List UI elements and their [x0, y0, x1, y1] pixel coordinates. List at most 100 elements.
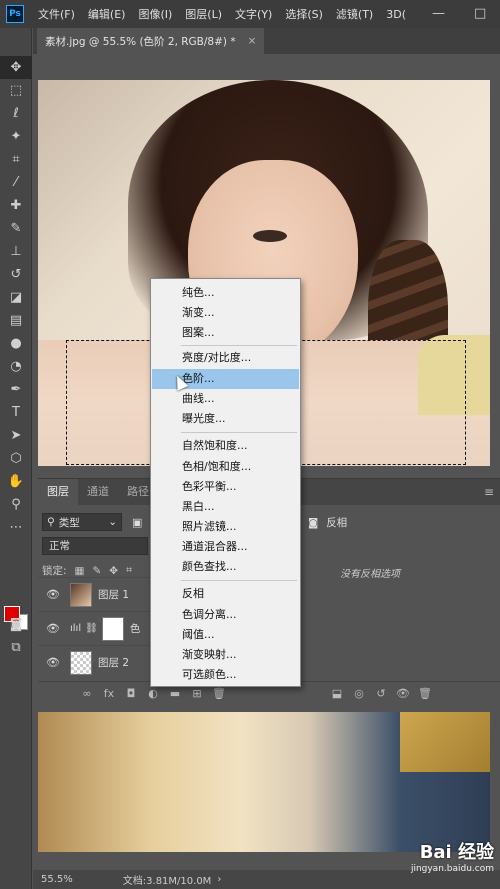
add-mask-icon[interactable]: ◘ [120, 687, 142, 700]
filter-label: 类型 [58, 516, 80, 529]
restore-button[interactable]: □ [474, 6, 486, 21]
menu-item-vibrance[interactable]: 自然饱和度... [152, 436, 299, 456]
photoshop-logo-icon: Ps [6, 5, 24, 23]
visibility-eye-icon[interactable]: 👁 [46, 656, 60, 669]
clone-stamp-tool-icon[interactable]: ⊥ [0, 240, 32, 263]
menu-item-color-balance[interactable]: 色彩平衡... [152, 477, 299, 497]
levels-adjustment-icon: ılıl [70, 623, 82, 634]
menu-item-gradient[interactable]: 渐变... [152, 303, 299, 323]
eyedropper-tool-icon[interactable]: ⁄ [0, 171, 32, 194]
menu-edit[interactable]: 编辑(E) [88, 6, 126, 22]
tab-layers[interactable]: 图层 [38, 479, 78, 505]
menu-file[interactable]: 文件(F) [38, 6, 75, 22]
screen-mode-icon[interactable]: ⧉ [0, 636, 32, 659]
link-icon: ⛓ [85, 623, 98, 634]
menu-bar: Ps 文件(F) 编辑(E) 图像(I) 图层(L) 文字(Y) 选择(S) 滤… [0, 0, 500, 28]
menu-3d[interactable]: 3D( [386, 8, 406, 21]
marquee-tool-icon[interactable]: ⬚ [0, 79, 32, 102]
layer-name: 图层 1 [98, 589, 130, 601]
blend-mode-select[interactable]: 正常 [42, 537, 148, 555]
menu-layer[interactable]: 图层(L) [185, 6, 222, 22]
tools-panel: ✥ ⬚ ℓ ✦ ⌗ ⁄ ✚ ✎ ⊥ ↺ ◪ ▤ ● ◔ ✒ T ➤ ⬡ ✋ ⚲ … [0, 28, 32, 889]
lock-pixels-icon[interactable]: ✎ [92, 565, 101, 577]
add-layer-style-icon[interactable]: fx [98, 687, 120, 700]
panel-menu-icon[interactable]: ≡ [484, 485, 494, 499]
lock-position-icon[interactable]: ✥ [109, 565, 118, 577]
menu-type[interactable]: 文字(Y) [235, 6, 272, 22]
path-selection-tool-icon[interactable]: ➤ [0, 424, 32, 447]
menu-item-invert[interactable]: 反相 [152, 584, 299, 604]
more-tools-icon[interactable]: ⋯ [0, 516, 32, 539]
menu-filter[interactable]: 滤镜(T) [336, 6, 373, 22]
history-brush-tool-icon[interactable]: ↺ [0, 263, 32, 286]
layer-row[interactable]: 👁 图层 1 [38, 577, 150, 611]
magic-wand-tool-icon[interactable]: ✦ [0, 125, 32, 148]
menu-item-channel-mixer[interactable]: 通道混合器... [152, 537, 299, 557]
quick-mask-icon[interactable]: ◙ [0, 613, 32, 636]
visibility-eye-icon[interactable]: 👁 [46, 622, 60, 635]
dodge-tool-icon[interactable]: ◔ [0, 355, 32, 378]
blur-tool-icon[interactable]: ● [0, 332, 32, 355]
menu-item-brightness-contrast[interactable]: 亮度/对比度... [152, 348, 299, 368]
layer-mask-thumbnail [101, 616, 124, 641]
properties-hint: 没有反相选项 [340, 569, 400, 580]
shape-tool-icon[interactable]: ⬡ [0, 447, 32, 470]
layer-thumbnail [70, 582, 92, 607]
layer-thumbnail [70, 650, 92, 675]
new-adjustment-layer-icon[interactable]: ◐ [142, 687, 164, 700]
layer-name: 图层 2 [98, 657, 130, 669]
zoom-tool-icon[interactable]: ⚲ [0, 493, 32, 516]
hand-tool-icon[interactable]: ✋ [0, 470, 32, 493]
layer-row[interactable]: 👁 ılıl ⛓ 色 [38, 611, 150, 645]
clip-to-layer-icon[interactable]: ⬓ [326, 687, 348, 700]
menu-item-photo-filter[interactable]: 照片滤镜... [152, 517, 299, 537]
brush-tool-icon[interactable]: ✎ [0, 217, 32, 240]
menu-item-exposure[interactable]: 曝光度... [152, 409, 299, 429]
layer-filter-select[interactable]: ⚲ 类型 ⌄ [42, 513, 122, 531]
menu-item-threshold[interactable]: 阈值... [152, 625, 299, 645]
menu-image[interactable]: 图像(I) [138, 6, 172, 22]
document-tab-bar: 素材.jpg @ 55.5% (色阶 2, RGB/8#) * × [33, 28, 500, 54]
reset-adjustment-icon[interactable]: ↺ [370, 687, 392, 700]
close-tab-icon[interactable]: × [248, 35, 257, 47]
menu-item-gradient-map[interactable]: 渐变映射... [152, 645, 299, 665]
visibility-eye-icon[interactable]: 👁 [46, 588, 60, 601]
chevron-right-icon[interactable]: › [217, 874, 221, 885]
menu-item-color-lookup[interactable]: 颜色查找... [152, 557, 299, 577]
crop-tool-icon[interactable]: ⌗ [0, 148, 32, 171]
lock-artboard-icon[interactable]: ⌗ [126, 564, 132, 577]
new-layer-icon[interactable]: ⊞ [186, 687, 208, 700]
menu-select[interactable]: 选择(S) [285, 6, 323, 22]
delete-adjustment-icon[interactable]: 🗑 [414, 687, 436, 700]
image-filter-icon[interactable]: ▣ [132, 516, 142, 529]
properties-title-text: 反相 [326, 517, 348, 529]
menu-item-curves[interactable]: 曲线... [152, 389, 299, 409]
tab-channels[interactable]: 通道 [78, 479, 118, 505]
delete-layer-icon[interactable]: 🗑 [208, 687, 230, 700]
menu-item-hue-saturation[interactable]: 色相/饱和度... [152, 457, 299, 477]
healing-brush-tool-icon[interactable]: ✚ [0, 194, 32, 217]
minimize-button[interactable]: — [432, 6, 445, 21]
menu-item-black-white[interactable]: 黑白... [152, 497, 299, 517]
new-group-icon[interactable]: ▬ [164, 687, 186, 700]
lock-transparent-icon[interactable]: ▦ [75, 565, 85, 577]
view-previous-state-icon[interactable]: ◎ [348, 687, 370, 700]
menu-item-solid-color[interactable]: 纯色... [152, 283, 299, 303]
eraser-tool-icon[interactable]: ◪ [0, 286, 32, 309]
canvas-image-bottom[interactable] [38, 712, 490, 852]
type-tool-icon[interactable]: T [0, 401, 32, 424]
gradient-tool-icon[interactable]: ▤ [0, 309, 32, 332]
baidu-logo: Bai 经验 [419, 842, 494, 863]
zoom-level[interactable]: 55.5% [41, 874, 73, 885]
menu-item-pattern[interactable]: 图案... [152, 323, 299, 343]
toggle-visibility-icon[interactable]: 👁 [392, 687, 414, 700]
lasso-tool-icon[interactable]: ℓ [0, 102, 32, 125]
layer-row[interactable]: 👁 图层 2 [38, 645, 150, 679]
move-tool-icon[interactable]: ✥ [0, 56, 32, 79]
link-layers-icon[interactable]: ∞ [76, 687, 98, 700]
pen-tool-icon[interactable]: ✒ [0, 378, 32, 401]
lock-row: 锁定: ▦ ✎ ✥ ⌗ [42, 563, 132, 578]
menu-item-selective-color[interactable]: 可选颜色... [152, 665, 299, 685]
document-tab[interactable]: 素材.jpg @ 55.5% (色阶 2, RGB/8#) * × [37, 28, 265, 54]
menu-item-posterize[interactable]: 色调分离... [152, 605, 299, 625]
